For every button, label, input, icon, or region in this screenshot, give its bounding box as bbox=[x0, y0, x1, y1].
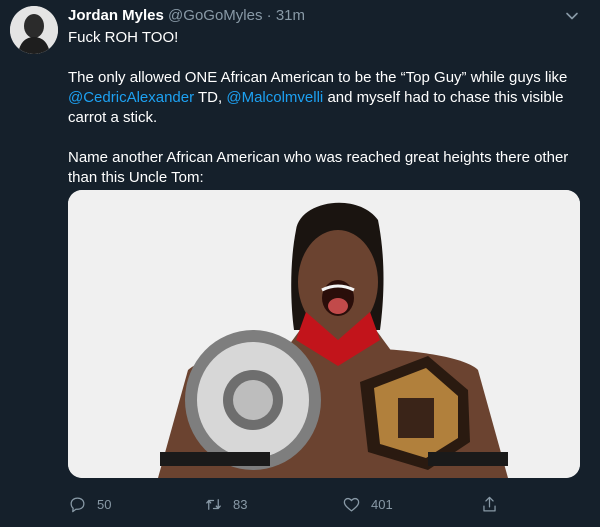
tweet-media-photo[interactable] bbox=[68, 190, 580, 478]
wrestler-photo bbox=[68, 190, 580, 478]
like-icon bbox=[343, 497, 360, 511]
reply-icon bbox=[70, 497, 85, 512]
share-button[interactable] bbox=[480, 492, 509, 516]
tweet-text-segment: The only allowed ONE African American to… bbox=[68, 69, 568, 86]
tweet-paragraph-2: The only allowed ONE African American to… bbox=[68, 68, 578, 128]
retweet-button[interactable]: 83 bbox=[204, 492, 247, 516]
like-button[interactable]: 401 bbox=[342, 492, 393, 516]
mention-link[interactable]: @Malcolmvelli bbox=[226, 89, 323, 106]
avatar-image bbox=[10, 6, 58, 54]
timestamp[interactable]: 31m bbox=[276, 7, 305, 24]
retweet-icon bbox=[206, 498, 221, 510]
tweet-actions: 50 83 401 bbox=[68, 492, 580, 516]
tweet-paragraph-3: Name another African American who was re… bbox=[68, 149, 569, 186]
mention-link[interactable]: @CedricAlexander bbox=[68, 89, 194, 106]
share-icon bbox=[483, 496, 496, 511]
tweet-header: Jordan Myles @GoGoMyles · 31m bbox=[68, 6, 590, 26]
reply-button[interactable]: 50 bbox=[68, 492, 111, 516]
chevron-down-icon[interactable] bbox=[564, 8, 580, 24]
retweet-count: 83 bbox=[233, 496, 248, 512]
avatar[interactable] bbox=[10, 6, 58, 54]
tweet-text-segment: TD, bbox=[194, 89, 227, 106]
separator-dot: · bbox=[266, 7, 272, 24]
tweet-text: Fuck ROH TOO! The only allowed ONE Afric… bbox=[68, 28, 578, 188]
author-name[interactable]: Jordan Myles bbox=[68, 7, 164, 24]
tweet[interactable]: Jordan Myles @GoGoMyles · 31m Fuck ROH T… bbox=[0, 0, 600, 527]
author-handle[interactable]: @GoGoMyles bbox=[168, 7, 262, 24]
tweet-line-1: Fuck ROH TOO! bbox=[68, 29, 179, 46]
reply-count: 50 bbox=[97, 496, 112, 512]
like-count: 401 bbox=[371, 496, 393, 512]
